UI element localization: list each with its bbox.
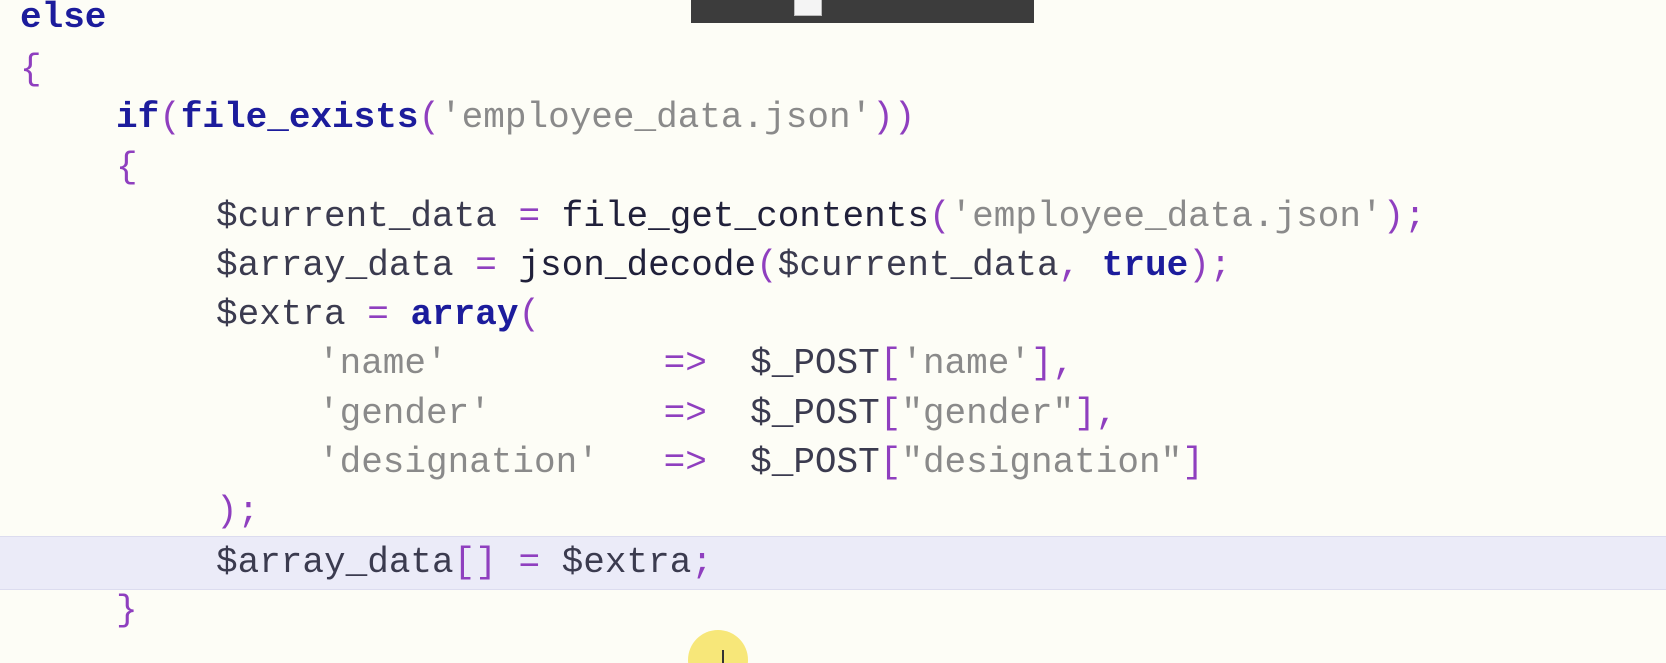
- code-line-content: else: [20, 0, 106, 44]
- code-line-content: 'name' => $_POST['name'],: [318, 338, 1074, 390]
- code-token: ],: [1074, 393, 1118, 434]
- code-token: =>: [663, 343, 707, 384]
- code-token: 'employee_data.json': [950, 196, 1383, 237]
- code-token: ],: [1030, 343, 1075, 384]
- code-token: 'gender': [318, 393, 491, 434]
- code-line-3[interactable]: if(file_exists('employee_data.json')): [0, 92, 1666, 144]
- code-token: else: [20, 0, 107, 38]
- code-line-8[interactable]: 'name' => $_POST['name'],: [0, 338, 1666, 390]
- code-token: $_POST: [750, 343, 880, 384]
- code-line-content: $extra = array(: [216, 289, 540, 341]
- code-token: $_POST: [750, 393, 880, 434]
- code-token: file_exists: [180, 97, 419, 138]
- code-line-content: {: [116, 142, 138, 194]
- code-line-12-current[interactable]: $array_data[] = $extra;: [0, 536, 1666, 590]
- code-token: $current_data: [216, 196, 497, 237]
- code-token: }: [116, 590, 138, 631]
- code-line-content: $array_data = json_decode($current_data,…: [216, 240, 1231, 292]
- code-token: $array_data: [216, 245, 454, 286]
- code-token: $extra: [561, 542, 692, 583]
- code-token: array: [410, 294, 519, 335]
- code-line-content: if(file_exists('employee_data.json')): [116, 92, 915, 144]
- code-token: =: [345, 294, 411, 335]
- video-overlay-bar: [691, 0, 1034, 23]
- code-token: []: [453, 542, 497, 583]
- text-cursor-icon: [722, 650, 724, 663]
- code-line-content: 'designation' => $_POST["designation"]: [318, 437, 1204, 489]
- code-line-content: 'gender' => $_POST["gender"],: [318, 388, 1117, 440]
- code-line-content: }: [116, 585, 138, 637]
- code-line-13[interactable]: }: [0, 585, 1666, 637]
- code-token: [: [879, 393, 902, 434]
- code-token: $array_data: [216, 542, 454, 583]
- code-token: )): [872, 97, 916, 138]
- code-token: "designation": [901, 442, 1183, 483]
- code-line-5[interactable]: $current_data = file_get_contents('emplo…: [0, 191, 1666, 243]
- code-token: =: [496, 196, 562, 237]
- code-line-2[interactable]: {: [0, 44, 1666, 96]
- code-token: {: [20, 49, 42, 90]
- code-token: {: [116, 147, 138, 188]
- code-token: (: [756, 245, 778, 286]
- code-token: 'designation': [318, 442, 599, 483]
- code-line-9[interactable]: 'gender' => $_POST["gender"],: [0, 388, 1666, 440]
- code-token: ;: [691, 542, 713, 583]
- code-token: =: [496, 542, 562, 583]
- code-token: json_decode: [518, 245, 757, 286]
- code-editor[interactable]: else { if(file_exists('employee_data.jso…: [0, 0, 1666, 663]
- code-token: [: [879, 343, 902, 384]
- code-line-content: $current_data = file_get_contents('emplo…: [216, 191, 1426, 243]
- code-token: =>: [663, 442, 707, 483]
- code-line-content: $array_data[] = $extra;: [216, 537, 713, 589]
- code-line-4[interactable]: {: [0, 142, 1666, 194]
- code-token: if: [116, 97, 160, 138]
- code-token: "gender": [901, 393, 1075, 434]
- code-token: );: [1188, 245, 1232, 286]
- code-line-11[interactable]: );: [0, 486, 1666, 538]
- code-token: 'name': [318, 343, 448, 384]
- code-token: =: [453, 245, 519, 286]
- code-line-6[interactable]: $array_data = json_decode($current_data,…: [0, 240, 1666, 292]
- code-token: $current_data: [777, 245, 1059, 286]
- code-token: [: [879, 442, 902, 483]
- code-token: (: [418, 97, 441, 138]
- code-line-content: );: [216, 486, 259, 538]
- code-line-7[interactable]: $extra = array(: [0, 289, 1666, 341]
- code-token: =>: [663, 393, 707, 434]
- code-token: ,: [1058, 245, 1102, 286]
- code-token: 'employee_data.json': [440, 97, 873, 138]
- code-token: (: [928, 196, 951, 237]
- code-token: );: [216, 491, 260, 532]
- code-token: );: [1382, 196, 1426, 237]
- code-token: $_POST: [750, 442, 880, 483]
- code-line-content: {: [20, 44, 42, 96]
- code-token: (: [518, 294, 541, 335]
- code-token: true: [1101, 245, 1189, 286]
- code-token: (: [159, 97, 181, 138]
- code-token: $extra: [216, 294, 346, 335]
- code-token: ]: [1182, 442, 1204, 483]
- code-token: 'name': [901, 343, 1031, 384]
- code-line-10[interactable]: 'designation' => $_POST["designation"]: [0, 437, 1666, 489]
- overlay-window-icon[interactable]: [794, 0, 822, 16]
- code-token: file_get_contents: [561, 196, 929, 237]
